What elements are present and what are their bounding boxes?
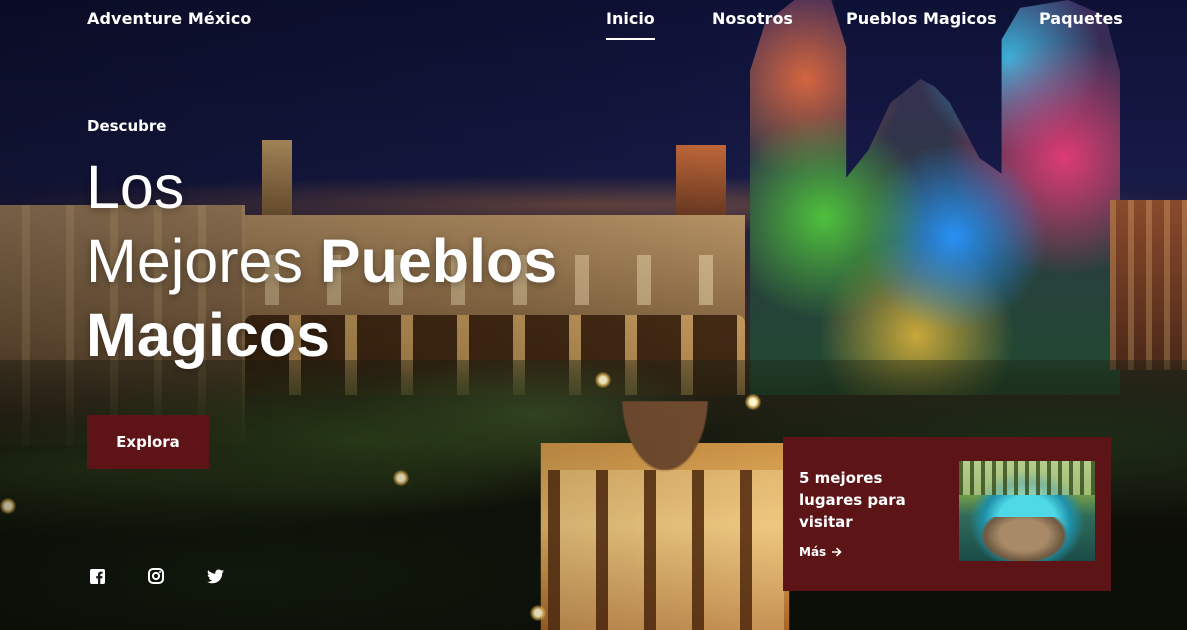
hero-title-light: Mejores [86, 227, 303, 295]
hero-title: Los Mejores Pueblos Magicos [86, 150, 646, 372]
more-label: Más [799, 545, 827, 559]
more-link[interactable]: Más [799, 545, 842, 559]
nav-item-nosotros[interactable]: Nosotros [712, 9, 793, 28]
main-nav: Inicio Nosotros Pueblos Magicos Paquetes [0, 9, 1187, 43]
card-title: 5 mejores lugares para visitar [799, 469, 906, 531]
twitter-icon [206, 568, 224, 583]
cenote-photo[interactable] [959, 461, 1095, 561]
facebook-link[interactable] [88, 567, 106, 585]
hero-eyebrow: Descubre [87, 117, 167, 135]
nav-item-paquetes[interactable]: Paquetes [1039, 9, 1123, 28]
instagram-icon [148, 568, 164, 584]
explore-button[interactable]: Explora [87, 415, 209, 469]
hero-title-line1: Los [86, 153, 185, 221]
twitter-link[interactable] [206, 567, 224, 585]
instagram-link[interactable] [147, 567, 165, 585]
nav-item-inicio[interactable]: Inicio [606, 9, 655, 40]
feature-card[interactable]: 5 mejores lugares para visitar Más [783, 437, 1111, 591]
nav-item-pueblos-magicos[interactable]: Pueblos Magicos [846, 9, 997, 28]
arrow-right-icon [832, 547, 842, 557]
hero-title-bold-2: Magicos [86, 301, 331, 369]
hero-title-bold-1: Pueblos [319, 227, 558, 295]
facebook-icon [89, 568, 105, 584]
